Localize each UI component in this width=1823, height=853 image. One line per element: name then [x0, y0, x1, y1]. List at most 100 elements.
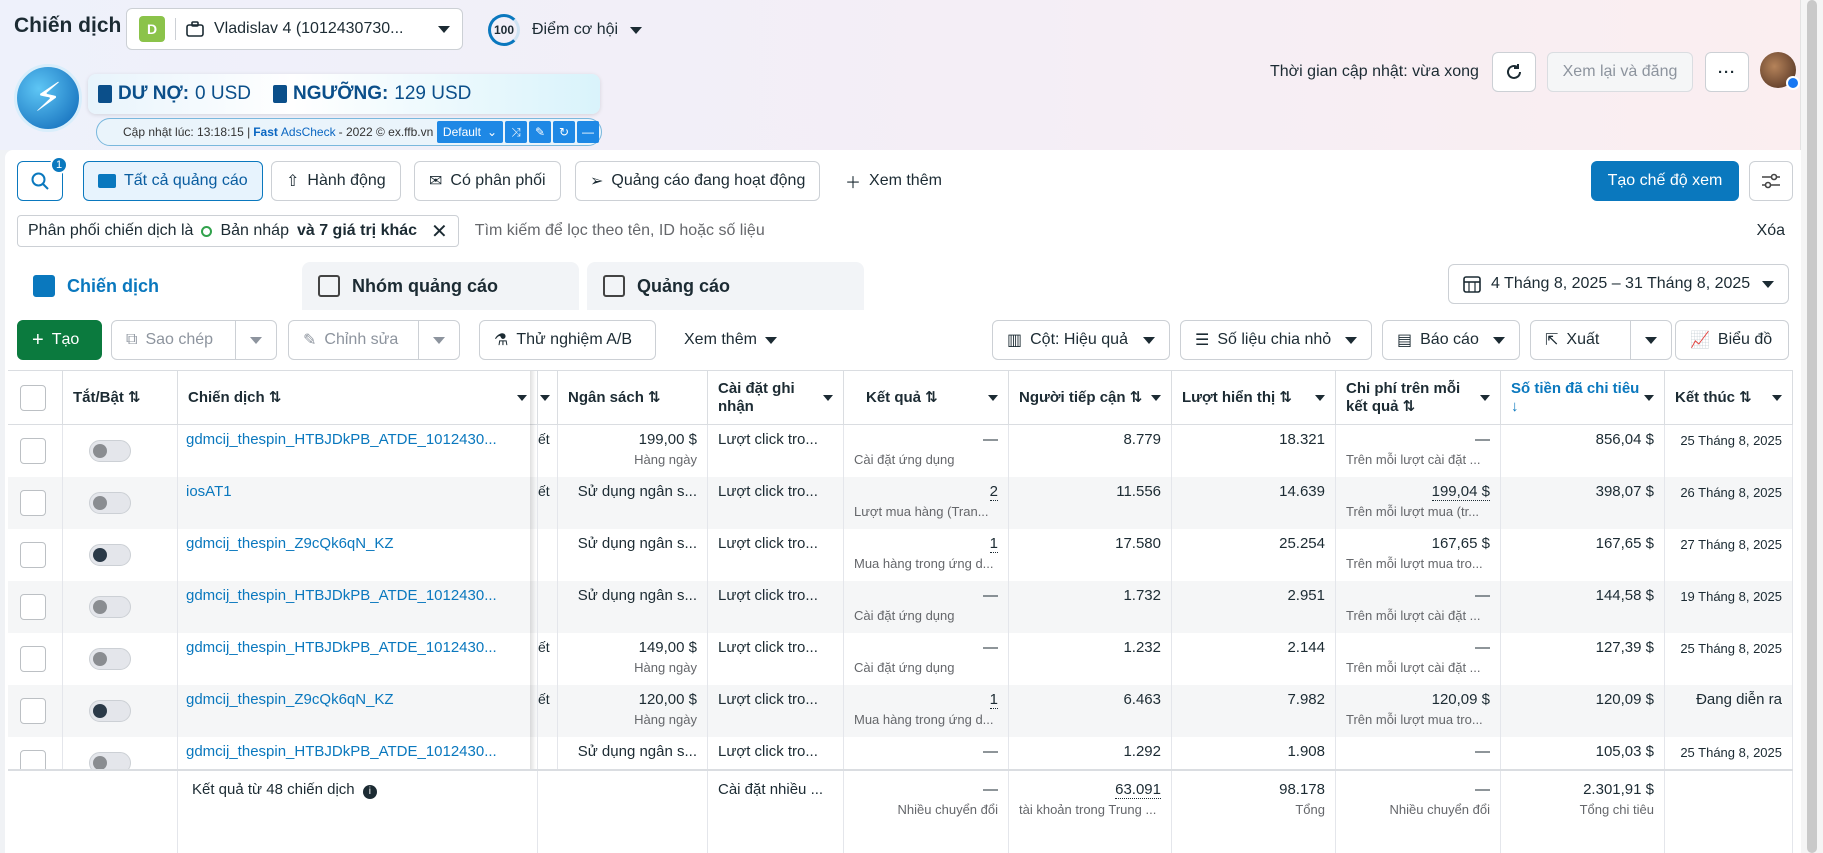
campaign-toggle[interactable] [89, 700, 131, 722]
account-selector[interactable]: D Vladislav 4 (1012430730... [126, 8, 463, 50]
refresh-button[interactable] [1492, 52, 1536, 92]
header-campaign[interactable]: Chiến dịch ⇅ [178, 371, 538, 425]
filter-search-input[interactable]: Tìm kiếm để lọc theo tên, ID hoặc số liệ… [475, 222, 1757, 240]
copy-button[interactable]: ⧉ Sao chép [111, 320, 236, 360]
ab-test-button[interactable]: ⚗ Thử nghiệm A/B [479, 320, 656, 360]
shuffle-icon[interactable]: ⤨ [505, 121, 527, 143]
copy-dropdown[interactable] [235, 320, 277, 360]
header-amount-spent[interactable]: Số tiền đã chi tiêu ↓ [1501, 371, 1665, 425]
header-cost-per-result[interactable]: Chi phí trên mỗi kết quả ⇅ [1336, 371, 1501, 425]
columns-button[interactable]: ▥ Cột: Hiệu quả [992, 320, 1170, 360]
summary-reach-value: 63.091 [1115, 781, 1161, 799]
search-button[interactable]: 1 [17, 156, 68, 201]
extension-info-bar: Cập nhật lúc: 13:18:15 | Fast AdsCheck -… [96, 118, 602, 146]
see-more-button[interactable]: Xem thêm [670, 320, 791, 360]
table-row[interactable]: gdmcij_thespin_HTBJDkPB_ATDE_1012430... ế… [8, 633, 1793, 685]
campaign-toggle[interactable] [89, 440, 131, 462]
more-options-button[interactable]: ··· [1705, 52, 1749, 92]
campaign-name-link[interactable]: iosAT1 [186, 483, 232, 500]
summary-spent-sub: Tổng chi tiêu [1579, 802, 1654, 817]
opportunity-score[interactable]: 100 Điểm cơ hội [488, 14, 643, 46]
campaign-toggle[interactable] [89, 544, 131, 566]
campaign-name-link[interactable]: gdmcij_thespin_Z9cQk6qN_KZ [186, 691, 394, 708]
preset-select[interactable]: Default ⌄ [436, 121, 503, 143]
campaign-name-link[interactable]: gdmcij_thespin_HTBJDkPB_ATDE_1012430... [186, 743, 497, 760]
filter-chip[interactable]: Phân phối chiến dịch là Bản nháp và 7 gi… [17, 215, 459, 247]
chart-button[interactable]: 📈 Biểu đồ [1675, 320, 1789, 360]
chip-value: Bản nháp [220, 222, 289, 239]
breakdown-button[interactable]: ☰ Số liệu chia nhỏ [1180, 320, 1372, 360]
row-checkbox[interactable] [20, 490, 46, 516]
table-row[interactable]: gdmcij_thespin_Z9cQk6qN_KZ ết 120,00 $ Hàng… [8, 685, 1793, 737]
table-row[interactable]: gdmcij_thespin_Z9cQk6qN_KZ Sử dụng ngân s… [8, 529, 1793, 581]
minimize-icon[interactable]: — [577, 121, 599, 143]
row-checkbox[interactable] [20, 698, 46, 724]
budget-sub: Hàng ngày [634, 660, 697, 675]
refresh-icon[interactable]: ↻ [553, 121, 575, 143]
results-cell: — Cài đặt ứng dụng [844, 633, 1009, 685]
reports-button[interactable]: ▤ Báo cáo [1382, 320, 1520, 360]
threshold-value: 129 USD [394, 83, 472, 104]
header-hidden-column[interactable] [538, 371, 558, 425]
scrollbar-thumb[interactable] [1807, 0, 1817, 853]
date-range-picker[interactable]: 4 Tháng 8, 2025 – 31 Tháng 8, 2025 [1448, 264, 1789, 304]
campaign-toggle[interactable] [89, 492, 131, 514]
filter-see-more[interactable]: ＋ Xem thêm [831, 161, 956, 201]
filter-all-ads[interactable]: Tất cả quảng cáo [83, 161, 263, 201]
filter-active-ads[interactable]: ➢ Quảng cáo đang hoạt động [575, 161, 821, 201]
avatar[interactable] [1760, 52, 1800, 90]
page-scrollbar[interactable] [1800, 0, 1823, 853]
result-value: 2 [989, 483, 998, 501]
results-cell: — Cài đặt ứng dụng [844, 425, 1009, 477]
header-impressions[interactable]: Lượt hiển thị ⇅ [1172, 371, 1336, 425]
clear-filters-link[interactable]: Xóa [1757, 222, 1785, 240]
tab-ad-sets[interactable]: Nhóm quảng cáo [302, 262, 579, 310]
row-checkbox[interactable] [20, 646, 46, 672]
close-icon[interactable]: ✕ [431, 219, 448, 244]
header-results[interactable]: Kết quả ⇅ [844, 371, 1009, 425]
edit-button[interactable]: ✎ Chỉnh sửa [288, 320, 419, 360]
chevron-down-icon [630, 26, 643, 34]
export-dropdown[interactable] [1630, 320, 1672, 360]
header-budget[interactable]: Ngân sách ⇅ [558, 371, 708, 425]
tab-ads[interactable]: Quảng cáo [587, 262, 864, 310]
campaign-toggle[interactable] [89, 596, 131, 618]
tab-ads-label: Quảng cáo [637, 275, 731, 296]
header-amount-spent-label: Số tiền đã chi tiêu ↓ [1511, 380, 1640, 415]
table-row[interactable]: iosAT1 ết Sử dụng ngân s... Lượt click tro.… [8, 477, 1793, 529]
pencil-icon: ✎ [303, 332, 317, 349]
header-ends-label: Kết thúc ⇅ [1675, 389, 1752, 406]
see-more-label: Xem thêm [684, 331, 757, 348]
cost-per-result-cell: 199,04 $ Trên mỗi lượt mua (tr... [1336, 477, 1501, 529]
create-view-button[interactable]: Tạo chế độ xem [1591, 161, 1739, 201]
header-reach[interactable]: Người tiếp cận ⇅ [1009, 371, 1172, 425]
campaign-name-link[interactable]: gdmcij_thespin_Z9cQk6qN_KZ [186, 535, 394, 552]
review-and-publish-button[interactable]: Xem lại và đăng [1547, 52, 1693, 92]
view-settings-button[interactable] [1749, 161, 1793, 201]
row-checkbox[interactable] [20, 594, 46, 620]
cpr-value: 199,04 $ [1431, 483, 1490, 501]
create-button[interactable]: + Tạo [17, 320, 102, 360]
header-attribution[interactable]: Cài đặt ghi nhận [708, 371, 844, 425]
select-all-checkbox[interactable] [20, 385, 46, 411]
table-row[interactable]: gdmcij_thespin_HTBJDkPB_ATDE_1012430... S… [8, 581, 1793, 633]
header-toggle[interactable]: Tắt/Bật ⇅ [63, 371, 178, 425]
table-row[interactable]: gdmcij_thespin_HTBJDkPB_ATDE_1012430... ế… [8, 425, 1793, 477]
row-checkbox[interactable] [20, 438, 46, 464]
campaign-name-link[interactable]: gdmcij_thespin_HTBJDkPB_ATDE_1012430... [186, 587, 497, 604]
export-button[interactable]: ⇱ Xuất [1530, 320, 1631, 360]
filter-actions[interactable]: ⇧ Hành động [271, 161, 401, 201]
info-icon[interactable]: i [362, 785, 377, 799]
edit-icon[interactable]: ✎ [529, 121, 551, 143]
edit-dropdown[interactable] [418, 320, 460, 360]
chevron-down-icon [1645, 336, 1657, 344]
envelope-icon: ✉ [429, 173, 443, 190]
row-checkbox[interactable] [20, 542, 46, 568]
campaign-toggle[interactable] [89, 648, 131, 670]
header-ends[interactable]: Kết thúc ⇅ [1665, 371, 1793, 425]
filter-delivering[interactable]: ✉ Có phân phối [414, 161, 561, 201]
campaign-name-link[interactable]: gdmcij_thespin_HTBJDkPB_ATDE_1012430... [186, 431, 497, 448]
tab-campaigns[interactable]: Chiến dịch [17, 262, 294, 310]
row-toggle-cell [63, 529, 178, 581]
campaign-name-link[interactable]: gdmcij_thespin_HTBJDkPB_ATDE_1012430... [186, 639, 497, 656]
